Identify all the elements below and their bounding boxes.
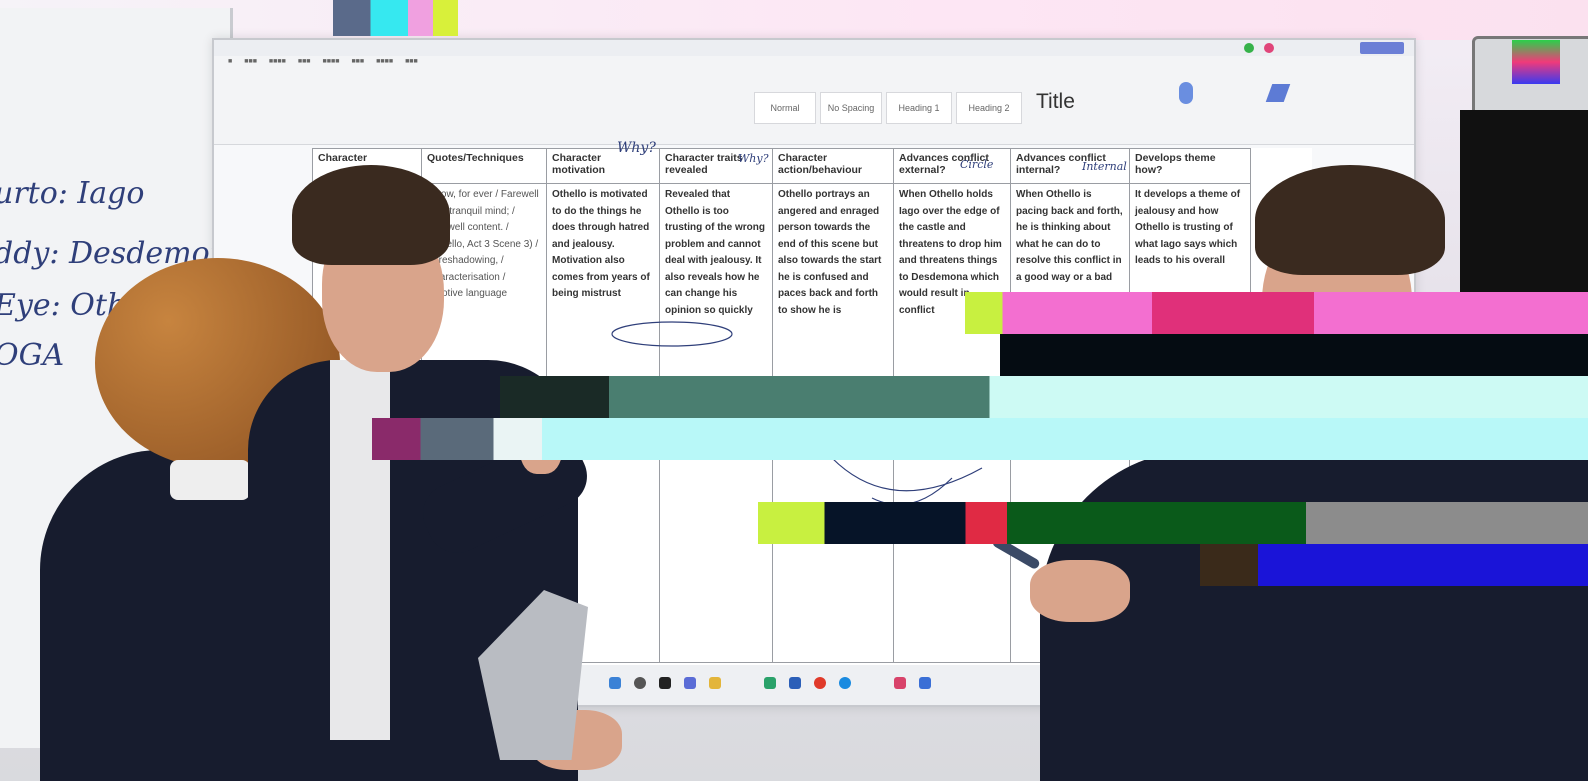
- close-icon[interactable]: [1264, 43, 1274, 53]
- app-icon[interactable]: [764, 677, 776, 689]
- app-icon[interactable]: [894, 677, 906, 689]
- whiteboard-line: urto: Iago: [0, 176, 145, 211]
- whiteboard-line: OGA: [0, 338, 65, 373]
- glitch-block: [500, 376, 1588, 418]
- glitch-block: [372, 418, 1588, 460]
- microphone-icon[interactable]: [1179, 82, 1193, 104]
- student-right-hand: [1030, 560, 1130, 622]
- student-right-hair: [1255, 165, 1445, 275]
- glitch-block: [758, 502, 1588, 544]
- student-right-body: [1040, 450, 1588, 781]
- task-view-icon[interactable]: [659, 677, 671, 689]
- search-icon[interactable]: [634, 677, 646, 689]
- student-shirt: [330, 360, 390, 740]
- word-icon[interactable]: [789, 677, 801, 689]
- start-icon[interactable]: [609, 677, 621, 689]
- office-icon[interactable]: [814, 677, 826, 689]
- app-icon[interactable]: [919, 677, 931, 689]
- style-no-spacing[interactable]: No Spacing: [820, 92, 882, 124]
- glitch-block: [1512, 40, 1560, 84]
- glitch-block: [1200, 544, 1588, 586]
- student-pointing-hair: [292, 165, 450, 265]
- app-titlebar: [214, 40, 1414, 56]
- ceiling-light: [0, 0, 1588, 40]
- browser-icon[interactable]: [839, 677, 851, 689]
- folder-icon[interactable]: [709, 677, 721, 689]
- ribbon-toolbar: ■ ■■■ ■■■■ ■■■ ■■■■ ■■■ ■■■■ ■■■ Normal No Spac…: [214, 56, 1414, 145]
- ribbon-tabs: ■ ■■■ ■■■■ ■■■ ■■■■ ■■■ ■■■■ ■■■: [228, 58, 418, 65]
- glitch-block: [965, 292, 1588, 334]
- chat-icon[interactable]: [684, 677, 696, 689]
- share-button[interactable]: [1360, 42, 1404, 54]
- glitch-block: [1000, 334, 1588, 376]
- style-normal[interactable]: Normal: [754, 92, 816, 124]
- glitch-block: [333, 0, 458, 36]
- editor-icon[interactable]: [1265, 84, 1291, 102]
- record-icon[interactable]: [1244, 43, 1254, 53]
- style-heading-2[interactable]: Heading 2: [956, 92, 1022, 124]
- photo-scene: urto: Iago ddy: Desdemona Eye: Othel OGA…: [0, 0, 1588, 781]
- style-heading-1[interactable]: Heading 1: [886, 92, 952, 124]
- shirt-collar: [170, 460, 250, 500]
- style-title[interactable]: Title: [1036, 90, 1075, 114]
